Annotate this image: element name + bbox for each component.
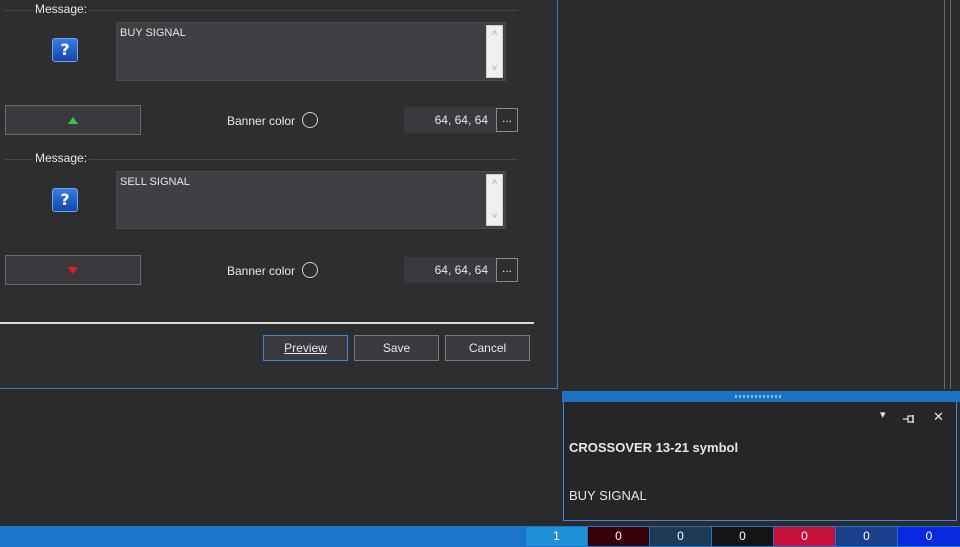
buy-banner-color-radio[interactable] [302, 112, 318, 128]
scroll-down-icon[interactable]: ˅ [487, 63, 502, 75]
status-cell[interactable]: 0 [898, 527, 960, 546]
alert-settings-dialog: Message: ? BUY SIGNAL ˄ ˅ Banner color 6… [0, 0, 558, 389]
scroll-up-icon[interactable]: ˄ [487, 28, 502, 40]
status-cell[interactable]: 0 [650, 527, 711, 546]
sell-message-text: SELL SIGNAL [120, 176, 190, 188]
question-icon[interactable]: ? [52, 38, 78, 62]
status-cell-count: 0 [615, 529, 622, 543]
save-button-label: Save [382, 341, 411, 355]
buy-arrow-button[interactable] [5, 105, 141, 135]
pin-icon[interactable] [903, 411, 917, 429]
status-cell-count: 0 [677, 529, 684, 543]
cancel-button[interactable]: Cancel [445, 335, 530, 361]
footer-divider [0, 322, 534, 324]
preview-button-label: Preview [284, 341, 327, 355]
close-icon[interactable]: ✕ [933, 409, 944, 425]
sell-color-value-field[interactable]: 64, 64, 64 [404, 257, 496, 283]
sell-banner-color-radio[interactable] [302, 262, 318, 278]
save-button[interactable]: Save [354, 335, 439, 361]
sell-message-scrollbar[interactable]: ˄ ˅ [486, 174, 503, 226]
splitter-grip[interactable] [735, 395, 783, 398]
buy-message-scrollbar[interactable]: ˄ ˅ [486, 25, 503, 78]
arrow-up-icon [68, 116, 78, 124]
status-cell-count: 1 [553, 529, 560, 543]
question-icon[interactable]: ? [52, 188, 78, 212]
buy-message-textarea[interactable]: BUY SIGNAL ˄ ˅ [116, 22, 506, 81]
sell-message-textarea[interactable]: SELL SIGNAL ˄ ˅ [116, 171, 506, 229]
status-cell[interactable]: 1 [526, 527, 587, 546]
alert-message: BUY SIGNAL [569, 488, 647, 503]
scroll-down-icon[interactable]: ˅ [487, 211, 502, 223]
status-cell[interactable]: 0 [712, 527, 773, 546]
chart-pane [560, 0, 960, 389]
sell-color-picker-button[interactable]: ... [496, 258, 518, 282]
status-cell-count: 0 [739, 529, 746, 543]
alert-panel: ▾ ✕ CROSSOVER 13-21 symbol BUY SIGNAL [563, 402, 957, 521]
pane-divider [950, 0, 951, 389]
panel-menu-dropdown-icon[interactable]: ▾ [880, 408, 886, 421]
sell-message-label: Message: [33, 151, 90, 165]
buy-color-value-field[interactable]: 64, 64, 64 [404, 107, 496, 133]
status-cell[interactable]: 0 [588, 527, 649, 546]
status-cell-count: 0 [925, 529, 933, 543]
status-cell-count: 0 [801, 529, 808, 543]
scroll-up-icon[interactable]: ˄ [487, 177, 502, 189]
sell-banner-color-label: Banner color [227, 264, 296, 278]
buy-color-picker-button[interactable]: ... [496, 108, 518, 132]
pane-divider [944, 0, 945, 389]
buy-message-label: Message: [33, 2, 90, 16]
status-cell[interactable]: 0 [774, 527, 835, 546]
sell-arrow-button[interactable] [5, 255, 141, 285]
preview-button[interactable]: Preview [263, 335, 348, 361]
arrow-down-icon [68, 266, 78, 274]
buy-message-text: BUY SIGNAL [120, 27, 186, 39]
alert-title: CROSSOVER 13-21 symbol [569, 440, 739, 455]
status-cell-count: 0 [863, 529, 870, 543]
buy-banner-color-label: Banner color [227, 114, 296, 128]
cancel-button-label: Cancel [468, 341, 507, 355]
status-cell[interactable]: 0 [836, 527, 897, 546]
